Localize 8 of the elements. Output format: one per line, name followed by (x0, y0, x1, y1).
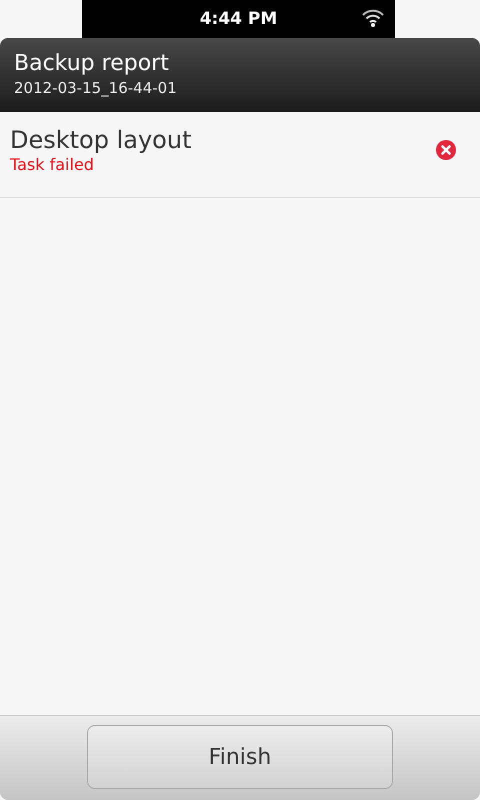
finish-button[interactable]: Finish (87, 725, 393, 789)
wifi-icon (361, 8, 385, 28)
clock-time: 4:44 PM (200, 9, 278, 29)
page-title: Backup report (14, 50, 170, 78)
task-name: Desktop layout (10, 124, 192, 154)
task-row[interactable]: Desktop layout Task failed (0, 112, 480, 198)
page-subtitle: 2012-03-15_16-44-01 (14, 78, 178, 98)
task-status: Task failed (10, 154, 95, 174)
